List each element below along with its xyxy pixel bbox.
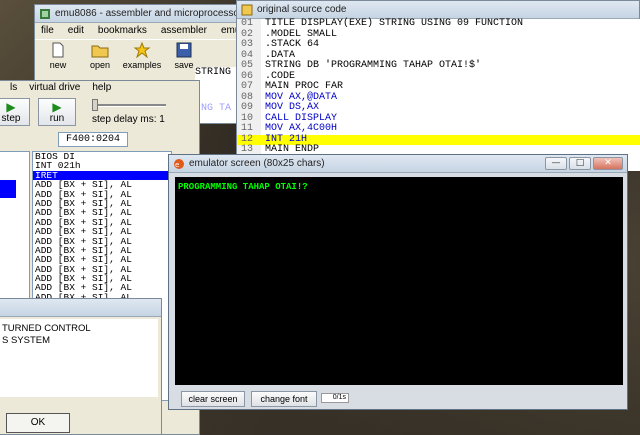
source-line[interactable]: 03 .STACK 64 <box>237 39 640 51</box>
emu8086-app-icon <box>40 8 50 19</box>
emu8086-title: emu8086 - assembler and microprocessor e… <box>55 8 243 19</box>
message-line: TURNED CONTROL <box>2 323 91 334</box>
step-button-label: step <box>1 113 21 124</box>
source-line[interactable]: 01 TITLE DISPLAY(EXE) STRING USING 09 FUN… <box>237 18 640 30</box>
source-code-window: original source code 01 TITLE DISPLAY(EXE… <box>236 0 640 187</box>
source-code-icon <box>241 4 253 15</box>
source-line[interactable]: 11 MOV AX,4C00H <box>237 123 640 135</box>
message-line: S SYSTEM <box>2 335 51 346</box>
open-button[interactable]: open <box>81 42 119 73</box>
emulator-app-icon: e <box>174 158 184 169</box>
minimize-icon[interactable]: — <box>545 157 567 170</box>
clear-screen-button[interactable]: clear screen <box>181 391 245 407</box>
line-number: 05 <box>237 60 261 72</box>
change-font-button[interactable]: change font <box>251 391 317 407</box>
register-selection <box>0 189 16 198</box>
run-button-label: run <box>49 113 65 124</box>
message-dialog: TURNED CONTROL S SYSTEM OK <box>0 298 162 435</box>
star-icon <box>133 42 151 58</box>
step-arrow-icon: ▶ <box>6 100 16 114</box>
run-button[interactable]: ▶ run <box>38 98 76 126</box>
emu8086-menubar: file edit bookmarks assembler emulator m… <box>35 23 288 39</box>
console-output: PROGRAMMING TAHAP OTAI!? <box>178 182 308 192</box>
menu-tools[interactable]: ls <box>10 82 17 95</box>
line-text: STRING DB 'PROGRAMMING TAHAP OTAI!$' <box>265 60 482 71</box>
emulator-screen-titlebar[interactable]: e emulator screen (80x25 chars) — □ ✕ <box>169 155 627 173</box>
menu-file[interactable]: file <box>41 25 54 37</box>
menu-assembler[interactable]: assembler <box>161 25 207 37</box>
source-code-title: original source code <box>257 4 347 15</box>
address-field[interactable]: F400:0204 <box>58 132 128 147</box>
new-file-icon <box>52 42 64 58</box>
step-delay-label: step delay ms: 1 <box>92 114 165 125</box>
line-text: MOV AX,4C00H <box>265 123 338 134</box>
line-number: 11 <box>237 123 261 135</box>
debugger-menubar: ls virtual drive help <box>0 81 199 96</box>
line-text: .STACK 64 <box>265 39 320 50</box>
line-text: MOV DS,AX <box>265 102 320 113</box>
message-dialog-titlebar[interactable] <box>0 299 161 317</box>
menu-bookmarks[interactable]: bookmarks <box>98 25 147 37</box>
window-controls: — □ ✕ <box>545 157 623 170</box>
close-icon[interactable]: ✕ <box>593 157 623 170</box>
examples-button[interactable]: examples <box>123 42 161 73</box>
source-line[interactable]: 07 MAIN PROC FAR <box>237 81 640 93</box>
source-line[interactable]: 09 MOV DS,AX <box>237 102 640 114</box>
menu-edit[interactable]: edit <box>68 25 84 37</box>
line-text: TITLE DISPLAY(EXE) STRING USING 09 FUNCT… <box>265 18 524 29</box>
source-code-editor[interactable]: 01 TITLE DISPLAY(EXE) STRING USING 09 FUN… <box>237 18 640 187</box>
emulator-console[interactable]: PROGRAMMING TAHAP OTAI!? <box>175 177 623 385</box>
line-number: 07 <box>237 81 261 93</box>
progress-indicator: 0/1s <box>321 393 349 403</box>
line-text: MAIN PROC FAR <box>265 81 344 92</box>
new-button[interactable]: new <box>39 42 77 73</box>
step-delay-slider-thumb[interactable] <box>92 99 98 111</box>
open-button-label: open <box>89 60 111 70</box>
source-code-titlebar[interactable]: original source code <box>237 1 639 19</box>
message-text: TURNED CONTROL S SYSTEM <box>0 319 158 397</box>
examples-button-label: examples <box>122 60 162 70</box>
line-number: 03 <box>237 39 261 51</box>
open-folder-icon <box>91 45 109 58</box>
save-button-label: save <box>174 60 194 70</box>
save-disk-icon <box>176 42 192 58</box>
emu8086-titlebar[interactable]: emu8086 - assembler and microprocessor e… <box>35 5 243 23</box>
step-delay-slider-track[interactable] <box>96 104 166 107</box>
register-selection <box>0 180 16 189</box>
run-arrow-icon: ▶ <box>52 100 62 114</box>
menu-virtual-drive[interactable]: virtual drive <box>29 82 80 95</box>
maximize-icon[interactable]: □ <box>569 157 591 170</box>
new-button-label: new <box>49 60 67 70</box>
ok-button[interactable]: OK <box>6 413 70 433</box>
source-line[interactable]: 05 STRING DB 'PROGRAMMING TAHAP OTAI!$' <box>237 60 640 72</box>
step-button[interactable]: ▶ step <box>0 98 30 126</box>
emulator-screen-window: e emulator screen (80x25 chars) — □ ✕ PR… <box>168 154 628 410</box>
svg-text:e: e <box>175 161 179 169</box>
debugger-toolbar: ▶ step ▶ run step delay ms: 1 <box>0 96 199 130</box>
menu-help[interactable]: help <box>92 82 111 95</box>
line-number: 09 <box>237 102 261 114</box>
line-number: 01 <box>237 18 261 30</box>
emulator-screen-title: emulator screen (80x25 chars) <box>189 158 325 169</box>
